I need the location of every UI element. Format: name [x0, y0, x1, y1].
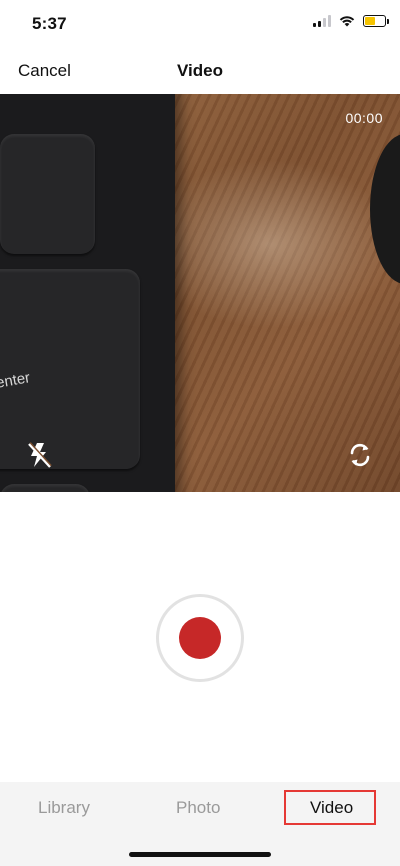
page-title: Video [177, 61, 223, 80]
switch-camera-icon [350, 443, 370, 467]
dark-object-edge [370, 134, 400, 284]
status-icons [313, 15, 389, 27]
switch-camera-button[interactable] [345, 440, 375, 470]
battery-icon [363, 15, 389, 27]
camera-preview[interactable]: enter 00:00 [0, 94, 400, 492]
tab-library[interactable]: Library [38, 798, 90, 818]
home-indicator[interactable] [129, 852, 271, 857]
status-bar: 5:37 [0, 0, 400, 48]
record-button[interactable] [156, 594, 244, 682]
status-time: 5:37 [32, 14, 67, 33]
tab-photo[interactable]: Photo [176, 798, 220, 818]
tab-video[interactable]: Video [310, 798, 353, 818]
recording-timer: 00:00 [345, 110, 383, 126]
nav-bar: Cancel Video [0, 48, 400, 94]
wifi-icon [339, 16, 355, 27]
flash-off-icon [28, 442, 52, 468]
keyboard-image: enter [0, 94, 175, 492]
battery-level [365, 17, 375, 25]
record-icon [179, 617, 221, 659]
mode-tab-bar: Library Photo Video [0, 782, 400, 866]
flash-toggle-button[interactable] [24, 440, 54, 470]
cellular-signal-icon [313, 15, 331, 27]
